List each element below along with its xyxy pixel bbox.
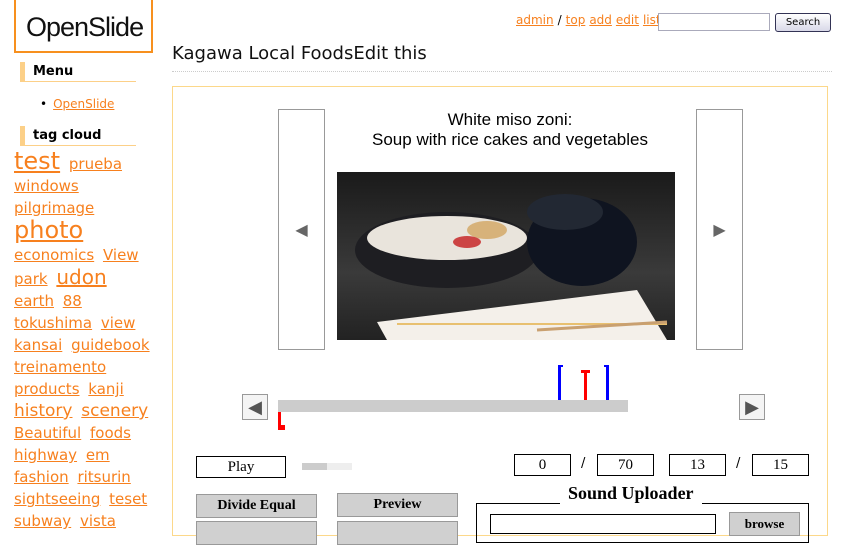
tag-link[interactable]: 88 (63, 292, 82, 310)
separator: / (581, 456, 586, 471)
sound-file-input[interactable] (490, 514, 716, 534)
timeline-bar[interactable] (278, 400, 628, 412)
triangle-left-icon: ◀ (295, 220, 308, 239)
prev-slide-button[interactable]: ◀ (278, 109, 325, 350)
tag-link[interactable]: history (14, 401, 72, 421)
logo-text: OpenSlide (26, 12, 144, 42)
tag-link[interactable]: em (86, 446, 110, 464)
slide-position-marker[interactable] (584, 371, 587, 400)
menu-heading: Menu (20, 62, 136, 82)
play-button[interactable]: Play (196, 456, 286, 478)
tag-link[interactable]: ritsurin (77, 468, 130, 486)
tag-link[interactable]: vista (80, 512, 116, 530)
tag-link[interactable]: tokushima (14, 314, 92, 332)
current-slide-field[interactable]: 13 (669, 454, 726, 476)
tag-link[interactable]: foods (90, 424, 131, 442)
tag-link[interactable]: photo (14, 216, 83, 244)
sound-uploader-title: Sound Uploader (560, 483, 702, 504)
progress-bar (302, 463, 352, 470)
add-link[interactable]: add (589, 13, 612, 27)
tag-cloud-heading: tag cloud (20, 126, 136, 146)
timeline-prev-button[interactable]: ◀ (242, 394, 268, 420)
top-nav: admin / top add edit list (516, 13, 665, 27)
tag-link[interactable]: highway (14, 446, 77, 464)
progress-fill (302, 463, 327, 470)
preview-button[interactable]: Preview (337, 493, 458, 517)
page-title: Kagawa Local FoodsEdit this (172, 43, 427, 64)
tag-link[interactable]: economics (14, 246, 94, 264)
tag-link[interactable]: view (101, 314, 136, 332)
tag-link[interactable]: prueba (69, 155, 122, 173)
button-below[interactable] (337, 521, 458, 545)
tag-link[interactable]: earth (14, 292, 54, 310)
slide-title: White miso zoni: Soup with rice cakes an… (372, 110, 648, 149)
tag-link[interactable]: View (103, 246, 139, 264)
total-time-field[interactable]: 70 (597, 454, 654, 476)
triangle-left-icon: ◀ (248, 396, 262, 418)
slide-end-marker[interactable] (604, 365, 609, 400)
slide-start-marker[interactable] (558, 365, 563, 400)
tag-link[interactable]: teset (109, 490, 147, 508)
tag-link[interactable]: kanji (88, 380, 123, 398)
search-input[interactable] (658, 13, 770, 31)
tag-link[interactable]: treinamento (14, 358, 106, 376)
tag-link[interactable]: Beautiful (14, 424, 81, 442)
divide-equal-button[interactable]: Divide Equal (196, 494, 317, 518)
tag-link[interactable]: test (14, 147, 60, 175)
tag-link[interactable]: products (14, 380, 80, 398)
admin-link[interactable]: admin (516, 13, 554, 27)
edit-link[interactable]: edit (616, 13, 639, 27)
tag-link[interactable]: udon (56, 265, 106, 289)
food-photo (355, 194, 668, 340)
tag-link[interactable]: guidebook (71, 336, 150, 354)
tag-link[interactable]: scenery (81, 401, 148, 421)
tag-link[interactable]: sightseeing (14, 490, 100, 508)
tag-cloud: test prueba windows pilgrimage photo eco… (14, 147, 154, 532)
slide-image (337, 172, 675, 340)
browse-button[interactable]: browse (729, 512, 800, 536)
top-link[interactable]: top (566, 13, 586, 27)
tag-link[interactable]: subway (14, 512, 71, 530)
total-slides-field[interactable]: 15 (752, 454, 809, 476)
menu-item-openslide[interactable]: OpenSlide (40, 97, 114, 111)
search-button[interactable]: Search (775, 13, 831, 32)
button-below[interactable] (196, 521, 317, 545)
triangle-right-icon: ▶ (713, 220, 726, 239)
tag-link[interactable]: park (14, 270, 48, 288)
separator: / (557, 13, 562, 27)
timeline-next-button[interactable]: ▶ (739, 394, 765, 420)
current-time-field[interactable]: 0 (514, 454, 571, 476)
next-slide-button[interactable]: ▶ (696, 109, 743, 350)
marker-cap (581, 370, 590, 373)
separator: / (736, 456, 741, 471)
tag-link[interactable]: kansai (14, 336, 62, 354)
tag-link[interactable]: fashion (14, 468, 69, 486)
playhead-foot (278, 425, 285, 430)
triangle-right-icon: ▶ (745, 396, 759, 418)
logo[interactable]: OpenSlide (14, 0, 153, 53)
tag-link[interactable]: pilgrimage (14, 199, 94, 217)
tag-link[interactable]: windows (14, 177, 79, 195)
divider (172, 71, 832, 72)
